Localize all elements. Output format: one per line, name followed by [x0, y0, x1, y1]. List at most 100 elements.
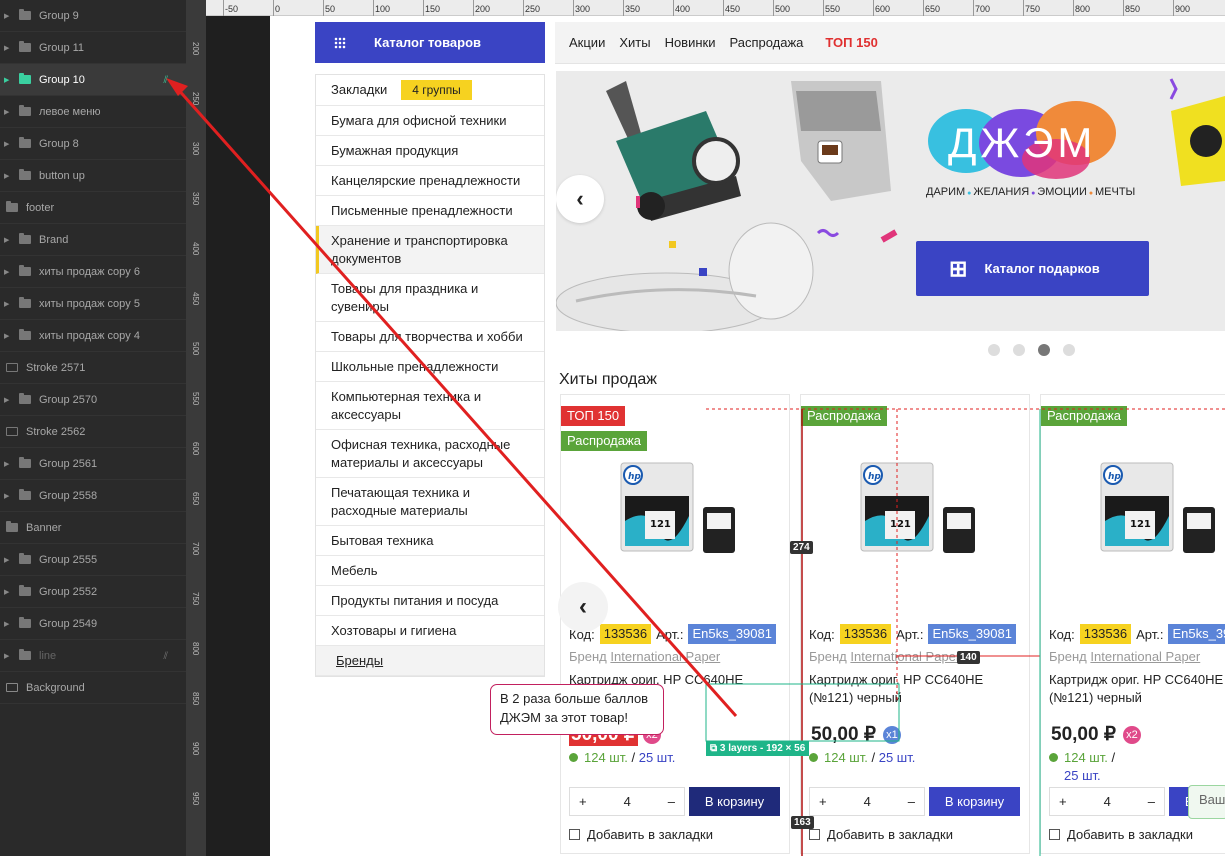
layer-row[interactable]: ▶Stroke 2562 — [0, 416, 186, 448]
layer-row[interactable]: ▶Banner — [0, 512, 186, 544]
qty-decrease-button[interactable]: – — [908, 794, 915, 809]
menu-item[interactable]: Бытовая техника — [316, 526, 544, 556]
menu-item[interactable]: Школьные пренадлежности — [316, 352, 544, 382]
expand-caret-icon[interactable]: ▶ — [4, 620, 12, 628]
layer-row[interactable]: ▶ Group 9 — [0, 0, 186, 32]
product-image[interactable]: hp 121 — [619, 461, 739, 561]
expand-caret-icon[interactable]: ▶ — [4, 12, 12, 20]
gift-catalog-button[interactable]: ⊞ Каталог подарков — [916, 241, 1149, 296]
layer-row[interactable]: ▶ Group 2561 — [0, 448, 186, 480]
expand-caret-icon[interactable]: ▶ — [4, 44, 12, 52]
cards-prev-button[interactable]: ‹ — [558, 582, 608, 632]
qty-increase-button[interactable]: + — [1059, 794, 1067, 809]
expand-caret-icon[interactable]: ▶ — [4, 556, 12, 564]
add-to-cart-button[interactable]: В корзину — [689, 787, 780, 816]
bonus-multiplier-badge[interactable]: x2 — [1122, 725, 1141, 744]
add-bookmark[interactable]: Добавить в закладки — [809, 827, 953, 842]
expand-caret-icon[interactable]: ▶ — [4, 140, 12, 148]
menu-bookmarks[interactable]: Закладки 4 группы — [316, 75, 544, 106]
visibility-icon[interactable]: ⫽ — [164, 75, 168, 86]
layer-row[interactable]: ▶footer — [0, 192, 186, 224]
menu-item[interactable]: Хранение и транспортировка документов — [316, 226, 544, 274]
product-image[interactable]: hp 121 — [859, 461, 979, 561]
nav-link[interactable]: Хиты — [619, 35, 650, 50]
brand-link[interactable]: International Paper — [850, 649, 960, 664]
checkbox-icon[interactable] — [809, 829, 820, 840]
qty-increase-button[interactable]: + — [819, 794, 827, 809]
pagination-dot[interactable] — [1013, 344, 1025, 356]
layer-row[interactable]: ▶ Group 10 ⫽ — [0, 64, 186, 96]
brand-link[interactable]: International Paper — [610, 649, 720, 664]
qty-value[interactable]: 4 — [864, 794, 871, 809]
layer-row[interactable]: ▶ Group 8 — [0, 128, 186, 160]
banner-prev-button[interactable]: ‹ — [556, 175, 604, 223]
menu-item[interactable]: Офисная техника, расходные материалы и а… — [316, 430, 544, 478]
qty-value[interactable]: 4 — [624, 794, 631, 809]
qty-increase-button[interactable]: + — [579, 794, 587, 809]
expand-caret-icon[interactable]: ▶ — [4, 460, 12, 468]
layer-row[interactable]: ▶ Group 2552 — [0, 576, 186, 608]
expand-caret-icon[interactable]: ▶ — [4, 76, 12, 84]
visibility-icon[interactable]: ⫽ — [164, 651, 168, 662]
menu-brands[interactable]: Бренды — [316, 646, 544, 676]
layer-row[interactable]: ▶ line ⫽ — [0, 640, 186, 672]
nav-link[interactable]: Новинки — [665, 35, 716, 50]
expand-caret-icon[interactable]: ▶ — [4, 396, 12, 404]
qty-value[interactable]: 4 — [1104, 794, 1111, 809]
menu-item[interactable]: Хозтовары и гигиена — [316, 616, 544, 646]
menu-item[interactable]: Мебель — [316, 556, 544, 586]
layer-row[interactable]: ▶ Group 2555 — [0, 544, 186, 576]
catalog-button[interactable]: Каталог товаров — [315, 22, 545, 63]
product-name[interactable]: Картридж ориг. HP CC640HE (№121) черный — [1049, 671, 1225, 707]
menu-item[interactable]: Канцелярские пренадлежности — [316, 166, 544, 196]
expand-caret-icon[interactable]: ▶ — [4, 172, 12, 180]
layer-row[interactable]: ▶ Group 2558 — [0, 480, 186, 512]
add-bookmark[interactable]: Добавить в закладки — [1049, 827, 1193, 842]
menu-item[interactable]: Письменные пренадлежности — [316, 196, 544, 226]
pagination-dot[interactable] — [988, 344, 1000, 356]
layer-row[interactable]: ▶ button up — [0, 160, 186, 192]
checkbox-icon[interactable] — [569, 829, 580, 840]
add-to-cart-button[interactable]: В корзину — [929, 787, 1020, 816]
help-chat-button[interactable]: Ваш — [1188, 785, 1225, 819]
expand-caret-icon[interactable]: ▶ — [4, 268, 12, 276]
layer-row[interactable]: ▶ хиты продаж copy 4 — [0, 320, 186, 352]
layer-row[interactable]: ▶ левое меню — [0, 96, 186, 128]
menu-item[interactable]: Товары для праздника и сувениры — [316, 274, 544, 322]
product-card[interactable]: Распродажа hp 121 Код:133536Арт.:En5ks_3908… — [800, 394, 1030, 854]
brand-link[interactable]: International Paper — [1090, 649, 1200, 664]
pagination-dot[interactable] — [1038, 344, 1050, 356]
qty-decrease-button[interactable]: – — [668, 794, 675, 809]
product-name[interactable]: Картридж ориг. HP CC640HE (№121) черный — [809, 671, 1024, 707]
menu-item[interactable]: Продукты питания и посуда — [316, 586, 544, 616]
nav-link[interactable]: Акции — [569, 35, 605, 50]
menu-item[interactable]: Товары для творчества и хобби — [316, 322, 544, 352]
layer-row[interactable]: ▶Background — [0, 672, 186, 704]
expand-caret-icon[interactable]: ▶ — [4, 652, 12, 660]
layer-row[interactable]: ▶ Group 2570 — [0, 384, 186, 416]
add-bookmark[interactable]: Добавить в закладки — [569, 827, 713, 842]
layer-row[interactable]: ▶ Group 2549 — [0, 608, 186, 640]
nav-link[interactable]: Распродажа — [729, 35, 803, 50]
menu-item[interactable]: Бумага для офисной техники — [316, 106, 544, 136]
layer-row[interactable]: ▶ Group 11 — [0, 32, 186, 64]
pagination-dot[interactable] — [1063, 344, 1075, 356]
expand-caret-icon[interactable]: ▶ — [4, 332, 12, 340]
layer-row[interactable]: ▶ хиты продаж copy 6 — [0, 256, 186, 288]
expand-caret-icon[interactable]: ▶ — [4, 588, 12, 596]
checkbox-icon[interactable] — [1049, 829, 1060, 840]
product-image[interactable]: hp 121 — [1099, 461, 1219, 561]
qty-decrease-button[interactable]: – — [1148, 794, 1155, 809]
nav-link-top150[interactable]: ТОП 150 — [825, 35, 877, 50]
expand-caret-icon[interactable]: ▶ — [4, 108, 12, 116]
expand-caret-icon[interactable]: ▶ — [4, 300, 12, 308]
layer-row[interactable]: ▶ Brand — [0, 224, 186, 256]
layer-row[interactable]: ▶Stroke 2571 — [0, 352, 186, 384]
expand-caret-icon[interactable]: ▶ — [4, 236, 12, 244]
layer-row[interactable]: ▶ хиты продаж copy 5 — [0, 288, 186, 320]
menu-item[interactable]: Печатающая техника и расходные материалы — [316, 478, 544, 526]
menu-item[interactable]: Компьютерная техника и аксессуары — [316, 382, 544, 430]
menu-item[interactable]: Бумажная продукция — [316, 136, 544, 166]
bonus-multiplier-badge[interactable]: x1 — [882, 725, 901, 744]
expand-caret-icon[interactable]: ▶ — [4, 492, 12, 500]
